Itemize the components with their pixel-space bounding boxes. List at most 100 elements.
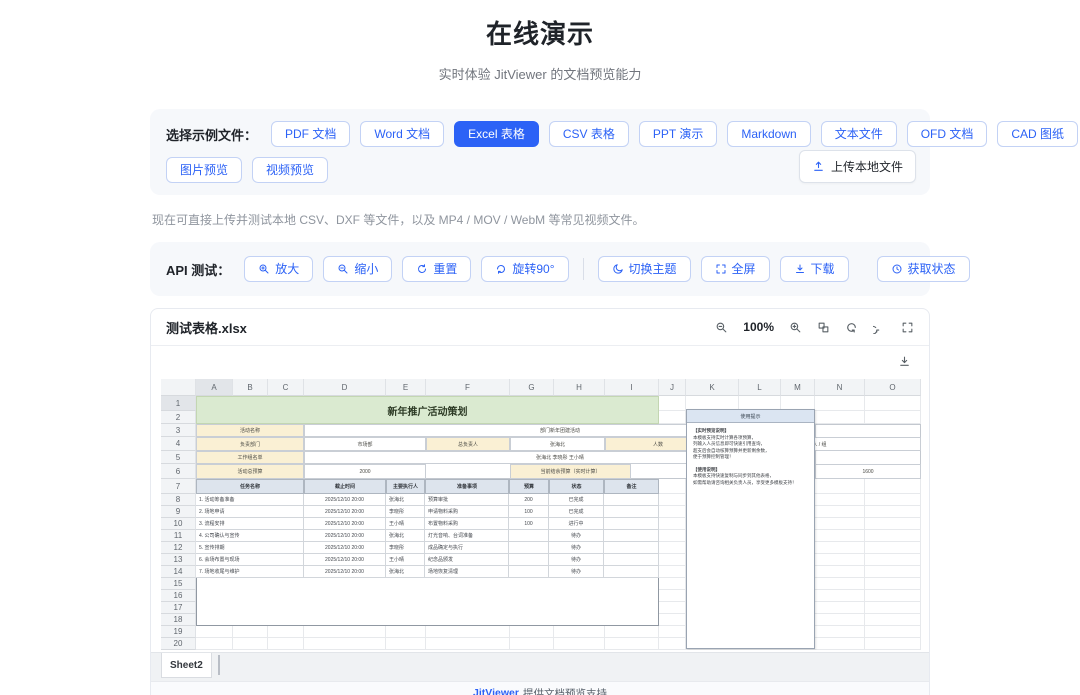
task-cell: 申请物料采购 <box>425 506 509 518</box>
task-header-cell: 预算 <box>509 479 549 494</box>
zoom-out-icon <box>337 263 349 275</box>
grid-cell <box>510 638 554 650</box>
api-button-rotate[interactable]: 旋转90° <box>481 256 568 282</box>
column-header-G: G <box>510 379 554 396</box>
task-cell <box>604 566 659 578</box>
grid-cell <box>426 638 510 650</box>
grid-cell <box>815 578 865 590</box>
task-cell: 灯光音响、台词准备 <box>425 530 509 542</box>
zoom-in-icon <box>258 263 270 275</box>
task-cell <box>604 530 659 542</box>
grid-cell <box>233 638 268 650</box>
sample-file-button-3[interactable]: Excel 表格 <box>454 121 539 147</box>
task-cell: 4. 公司确认与宣传 <box>196 530 304 542</box>
selector-label: 选择示例文件： <box>166 125 257 144</box>
column-header-J: J <box>659 379 686 396</box>
task-cell <box>509 554 549 566</box>
sample-file-button-9[interactable]: CAD 图纸 <box>997 121 1078 147</box>
row-header-8: 8 <box>161 494 196 506</box>
task-cell: 布置物料采购 <box>425 518 509 530</box>
grid-cell <box>815 590 865 602</box>
api-button-label: 放大 <box>275 263 299 275</box>
sample-file-button-4[interactable]: CSV 表格 <box>549 121 629 147</box>
task-cell: 张海北 <box>386 494 425 506</box>
grid-cell <box>815 566 865 578</box>
grid-cell <box>815 542 865 554</box>
api-button-status[interactable]: 获取状态 <box>877 256 970 282</box>
grid-cell <box>815 506 865 518</box>
upload-button-label: 上传本地文件 <box>831 158 903 175</box>
reset-icon <box>416 263 428 275</box>
task-cell: 李晓彤 <box>386 506 425 518</box>
grid-cell <box>865 554 921 566</box>
grid-cell <box>659 506 686 518</box>
grid-cell <box>605 626 659 638</box>
grid-cell <box>865 542 921 554</box>
grid-cell <box>659 479 686 494</box>
sample-file-button-11[interactable]: 视频预览 <box>252 157 328 183</box>
download-icon[interactable] <box>898 355 911 368</box>
fullscreen-icon[interactable] <box>901 321 914 334</box>
sample-file-button-10[interactable]: 图片预览 <box>166 157 242 183</box>
grid-cell <box>659 396 686 411</box>
sample-file-button-1[interactable]: PDF 文档 <box>271 121 350 147</box>
row-header-5: 5 <box>161 451 196 464</box>
grid-cell <box>815 494 865 506</box>
page-subtitle: 实时体验 JitViewer 的文档预览能力 <box>150 64 930 83</box>
row-header-6: 6 <box>161 464 196 479</box>
row-header-4: 4 <box>161 437 196 451</box>
info-cell: 2000 <box>304 464 426 479</box>
grid-cell <box>554 626 605 638</box>
sample-file-button-8[interactable]: OFD 文档 <box>907 121 988 147</box>
corner-cell <box>161 379 196 396</box>
grid-cell <box>196 626 233 638</box>
zoom-out-icon[interactable] <box>715 321 728 334</box>
api-button-label: 获取状态 <box>908 263 956 275</box>
column-header-N: N <box>815 379 865 396</box>
upload-hint: 现在可直接上传并测试本地 CSV、DXF 等文件，以及 MP4 / MOV / … <box>152 211 928 228</box>
zoom-in-icon[interactable] <box>789 321 802 334</box>
grid-cell <box>865 530 921 542</box>
api-button-reset[interactable]: 重置 <box>402 256 471 282</box>
api-button-zoom-in[interactable]: 放大 <box>244 256 313 282</box>
grid-cell <box>865 396 921 411</box>
grid-cell <box>865 614 921 626</box>
grid-cell <box>815 626 865 638</box>
sample-file-button-5[interactable]: PPT 演示 <box>639 121 717 147</box>
grid-cell <box>659 626 686 638</box>
grid-cell <box>426 626 510 638</box>
task-header-cell: 状态 <box>549 479 604 494</box>
grid-cell <box>659 530 686 542</box>
pages-icon[interactable] <box>817 321 830 334</box>
sample-file-button-7[interactable]: 文本文件 <box>821 121 897 147</box>
column-header-D: D <box>304 379 386 396</box>
task-cell: 2025/12/10 20:00 <box>304 518 386 530</box>
task-cell <box>509 542 549 554</box>
grid-cell <box>659 518 686 530</box>
api-test-panel: API 测试： 放大缩小重置旋转90°切换主题全屏下载获取状态 <box>150 242 930 296</box>
grid-cell <box>865 566 921 578</box>
rotate-left-icon[interactable] <box>845 321 858 334</box>
grid-cell <box>233 626 268 638</box>
fullscreen-icon <box>715 263 727 275</box>
api-button-fullscreen[interactable]: 全屏 <box>701 256 770 282</box>
task-cell: 200 <box>509 494 549 506</box>
upload-local-file-button[interactable]: 上传本地文件 <box>799 150 916 183</box>
api-button-download[interactable]: 下载 <box>780 256 849 282</box>
row-header-17: 17 <box>161 602 196 614</box>
sheet-tab[interactable]: Sheet2 <box>161 653 212 678</box>
task-header-cell: 截止时间 <box>304 479 386 494</box>
task-cell <box>604 494 659 506</box>
grid-cell <box>659 578 686 590</box>
viewer-sub-toolbar <box>151 346 929 376</box>
rotate-right-icon[interactable] <box>873 321 886 334</box>
task-cell: 张海北 <box>386 566 425 578</box>
footer-brand: JitViewer <box>473 687 519 695</box>
api-button-zoom-out[interactable]: 缩小 <box>323 256 392 282</box>
api-button-theme[interactable]: 切换主题 <box>598 256 691 282</box>
sample-file-button-6[interactable]: Markdown <box>727 121 810 147</box>
task-cell: 已完成 <box>549 494 604 506</box>
sample-file-button-2[interactable]: Word 文档 <box>360 121 444 147</box>
info-cell: 当前结余预算（实时计算） <box>510 464 631 479</box>
viewer-footer: JitViewer 提供文档预览支持 <box>151 681 929 695</box>
